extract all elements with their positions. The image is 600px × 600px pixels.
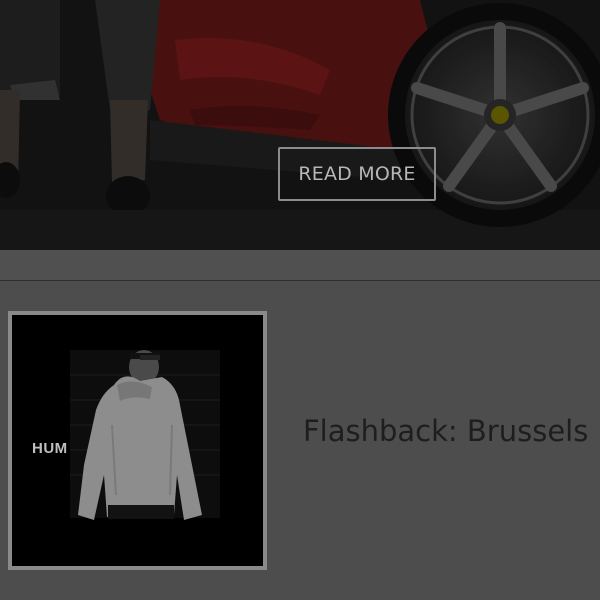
section-spacer — [0, 250, 600, 280]
hero-image — [0, 0, 600, 250]
read-more-button[interactable]: READ MORE — [278, 147, 436, 201]
post-title-link[interactable]: Flashback: Brussels — [303, 414, 588, 448]
hero-banner: READ MORE — [0, 0, 600, 250]
thumbnail-brand-text: HUM — [32, 440, 68, 457]
page: READ MORE HUM Flashback: Brussels — [0, 0, 600, 600]
post-thumbnail[interactable]: HUM — [12, 315, 263, 566]
